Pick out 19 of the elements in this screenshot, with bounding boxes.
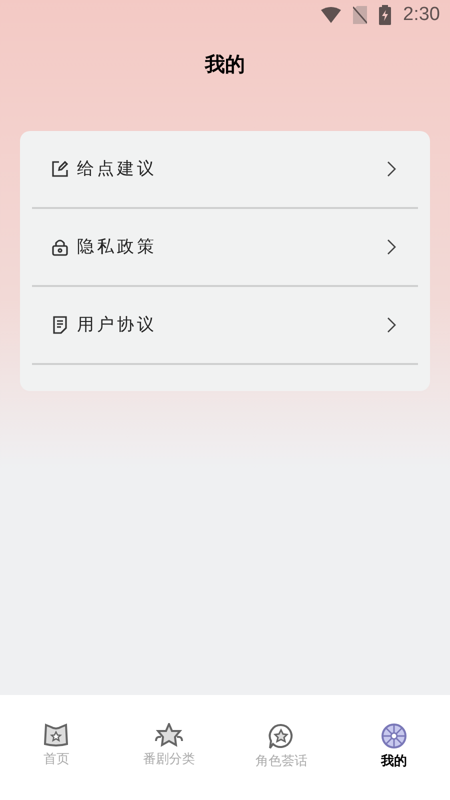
battery-icon (379, 5, 392, 25)
edit-icon (51, 160, 69, 178)
chevron-right-icon (387, 161, 396, 177)
page-title: 我的 (205, 53, 245, 78)
document-icon (51, 316, 69, 334)
chevron-right-icon (387, 317, 396, 333)
menu-item[interactable]: 隐私政策 (32, 209, 418, 287)
lock-icon (51, 238, 69, 256)
wheel-icon (380, 723, 407, 749)
chat-star-icon (267, 723, 296, 749)
no-sim-icon (353, 6, 368, 24)
menu-item[interactable]: 给点建议 (32, 131, 418, 209)
chevron-right-icon (387, 239, 396, 255)
menu-item[interactable]: 用户协议 (32, 287, 418, 365)
bag-star-icon (43, 723, 70, 747)
nav-tab[interactable]: 我的 (338, 723, 450, 770)
wifi-icon (321, 7, 342, 23)
status-time: 2:30 (403, 2, 440, 27)
star-icon (152, 723, 185, 747)
